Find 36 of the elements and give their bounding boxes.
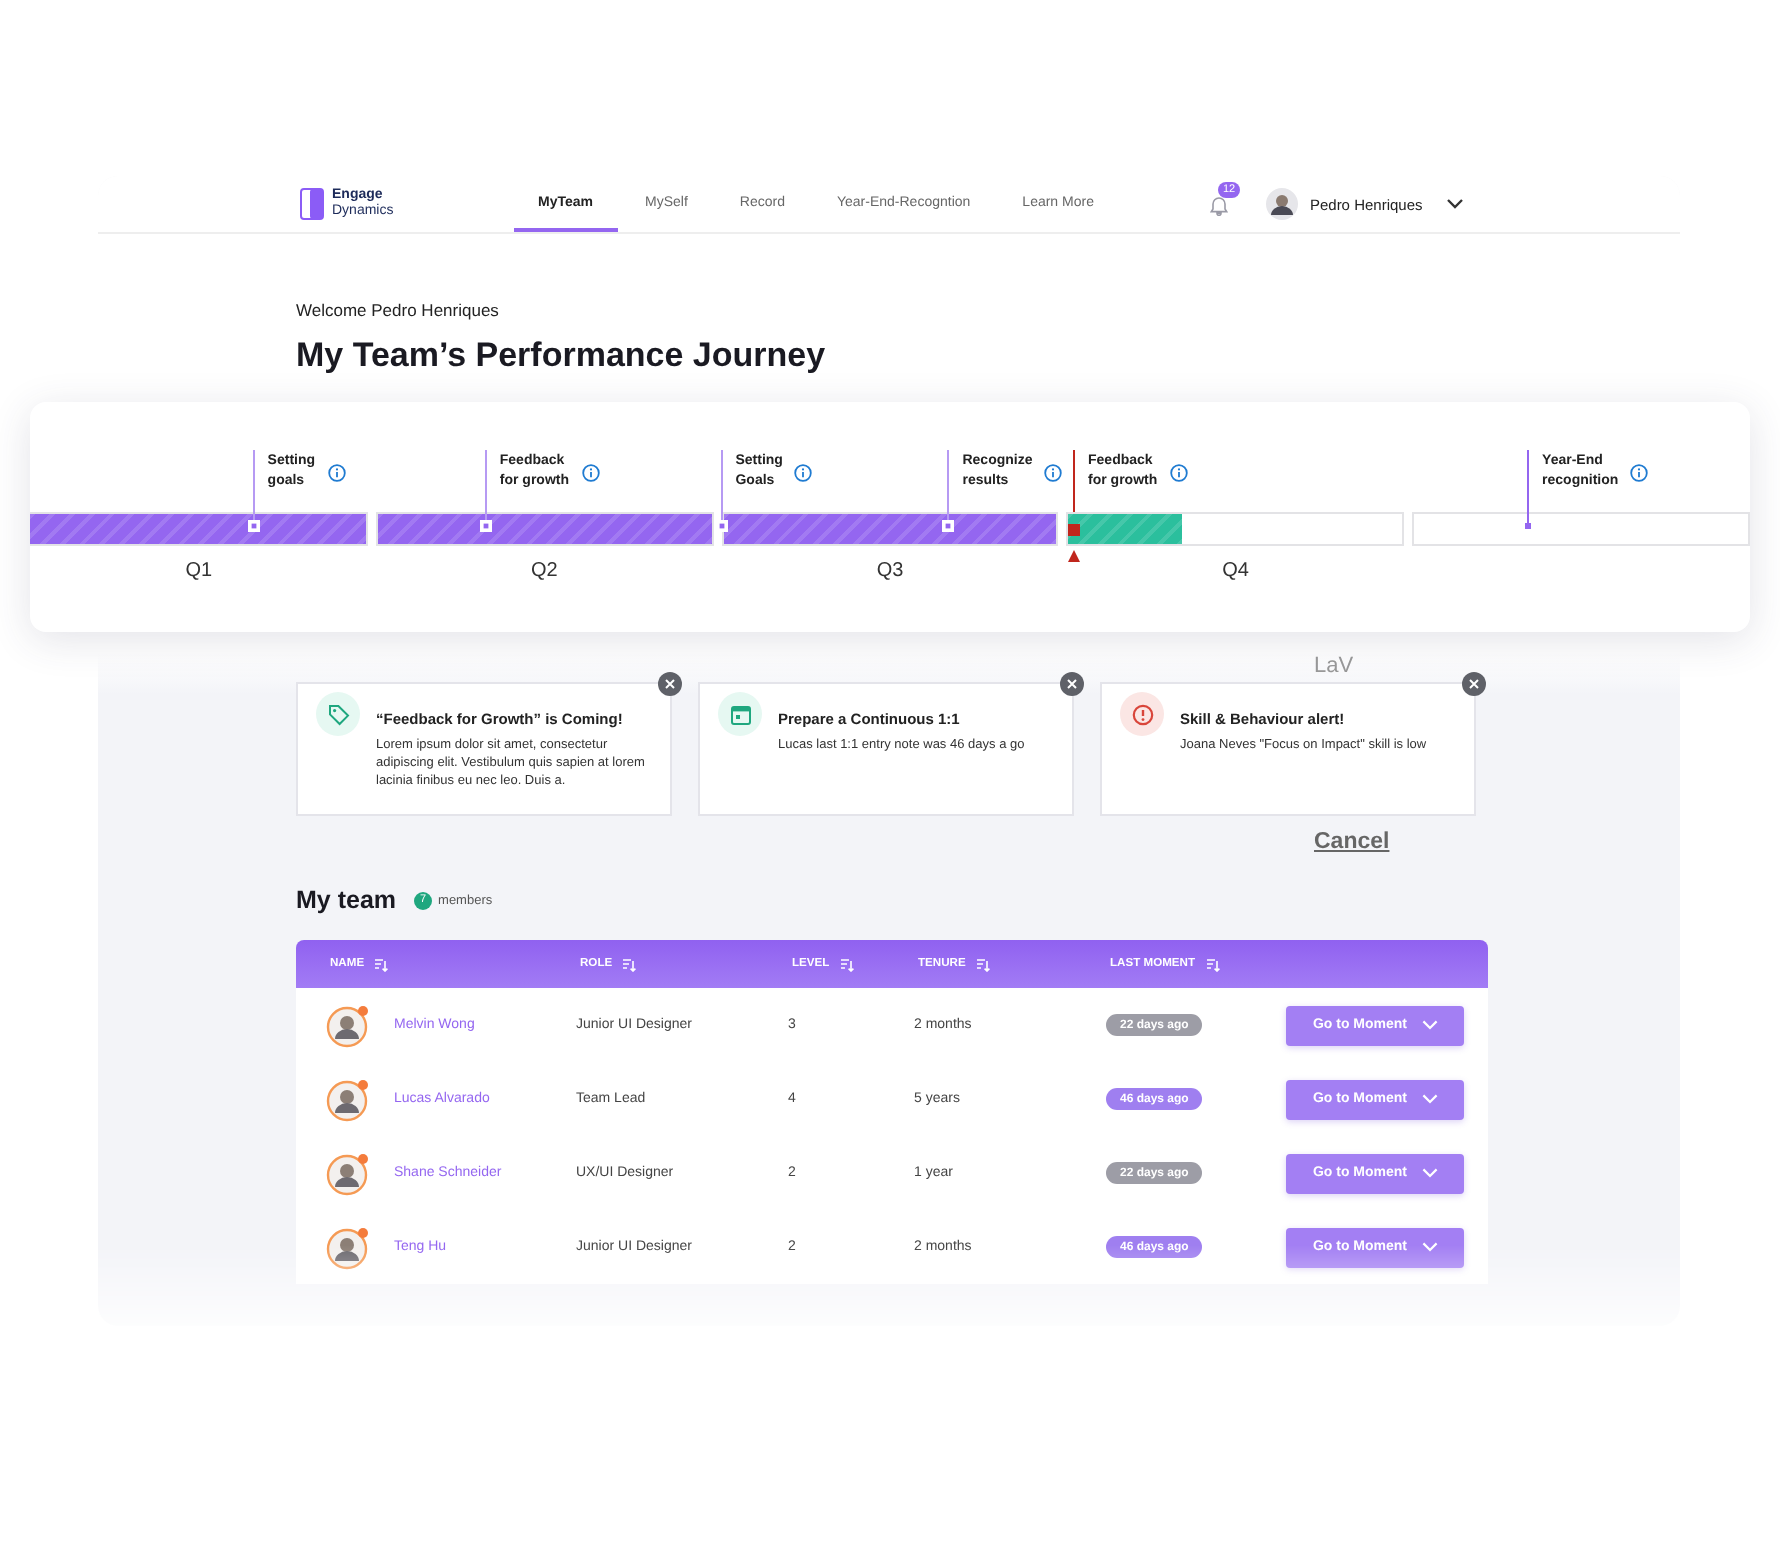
info-icon[interactable] — [581, 463, 599, 481]
sort-icon[interactable] — [622, 957, 637, 971]
info-icon[interactable] — [327, 463, 346, 481]
info-icon[interactable] — [1630, 463, 1649, 481]
page-title: My Team’s Performance Journey — [296, 336, 828, 376]
sort-icon[interactable] — [975, 957, 990, 971]
info-icon[interactable] — [1169, 463, 1188, 481]
chevron-down-icon[interactable] — [1446, 198, 1465, 210]
sort-icon[interactable] — [839, 957, 854, 971]
quarter-label: Q3 — [874, 560, 906, 582]
sort-icon[interactable] — [1205, 957, 1220, 971]
avatar-icon[interactable] — [1265, 188, 1298, 220]
avatar-icon — [326, 1225, 370, 1269]
tag-icon — [316, 692, 360, 736]
calendar-icon — [718, 692, 762, 736]
avatar-icon — [326, 1077, 370, 1121]
cancel-link[interactable]: Cancel — [1314, 830, 1390, 854]
sort-icon[interactable] — [374, 957, 389, 971]
info-icon[interactable] — [794, 463, 813, 481]
alert-icon — [1120, 692, 1164, 736]
section-title: My team — [296, 886, 397, 914]
quarter-label: Q2 — [529, 560, 560, 582]
logo-icon — [300, 188, 324, 220]
avatar-icon — [326, 1003, 370, 1047]
floating-text: LaV — [1314, 654, 1356, 682]
bell-icon[interactable] — [1209, 196, 1228, 216]
info-icon[interactable] — [1044, 463, 1063, 481]
current-marker — [1068, 523, 1081, 535]
welcome-text: Welcome Pedro Henriques — [296, 300, 501, 320]
close-icon[interactable] — [1060, 672, 1084, 696]
close-icon[interactable] — [658, 672, 682, 696]
avatar-icon — [326, 1151, 370, 1195]
quarter-label: Q1 — [183, 560, 215, 582]
quarter-label: Q4 — [1220, 560, 1251, 582]
close-icon[interactable] — [1462, 672, 1486, 696]
triangle-icon — [1066, 550, 1083, 562]
